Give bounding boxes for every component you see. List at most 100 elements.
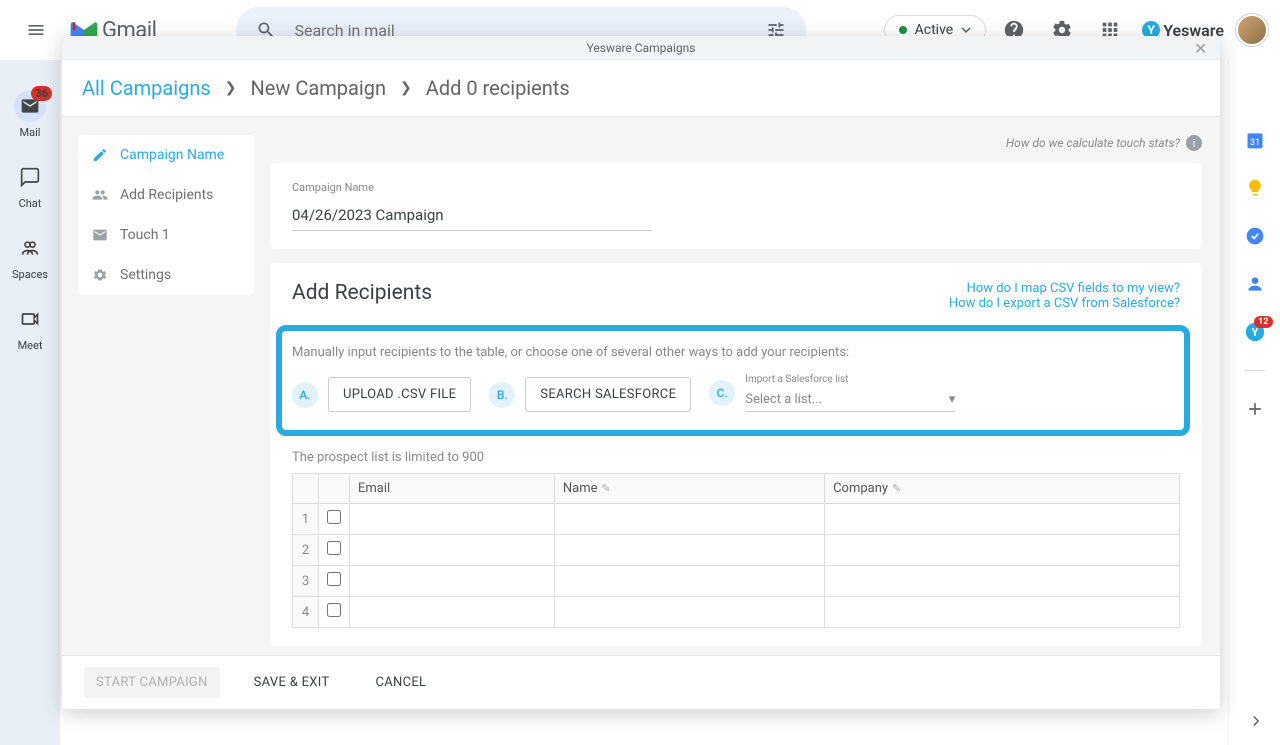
row-checkbox[interactable] bbox=[327, 603, 341, 617]
start-campaign-button[interactable]: START CAMPAIGN bbox=[84, 667, 220, 698]
rail-meet[interactable]: Meet bbox=[14, 303, 46, 352]
sidebar-item-settings[interactable]: Settings bbox=[78, 255, 254, 295]
cell-name[interactable] bbox=[554, 566, 824, 597]
add-recipients-panel: Add Recipients How do I map CSV fields t… bbox=[270, 263, 1202, 646]
calendar-addon-icon[interactable]: 31 bbox=[1245, 130, 1265, 150]
sidebar-item-label: Touch 1 bbox=[120, 227, 170, 243]
import-instruction: Manually input recipients to the table, … bbox=[292, 345, 1174, 360]
modal-main: How do we calculate touch stats? i Campa… bbox=[262, 117, 1220, 655]
option-c: C. Import a Salesforce list Select a lis… bbox=[709, 374, 955, 412]
cell-name[interactable] bbox=[554, 597, 824, 628]
table-row: 3 bbox=[293, 566, 1180, 597]
chevron-down-icon: ▾ bbox=[949, 392, 956, 407]
cell-name[interactable] bbox=[554, 504, 824, 535]
pencil-icon: ✎ bbox=[892, 482, 901, 495]
cell-email[interactable] bbox=[350, 566, 555, 597]
import-list-label: Import a Salesforce list bbox=[745, 374, 955, 385]
people-icon bbox=[92, 187, 108, 203]
yesware-addon-badge: 12 bbox=[1254, 316, 1272, 328]
modal-title-bar: Yesware Campaigns ✕ bbox=[62, 36, 1220, 60]
cell-email[interactable] bbox=[350, 535, 555, 566]
cell-company[interactable] bbox=[825, 566, 1180, 597]
contacts-addon-icon[interactable] bbox=[1245, 274, 1265, 294]
close-icon[interactable]: ✕ bbox=[1194, 39, 1212, 57]
side-panel-divider bbox=[1245, 370, 1265, 371]
status-dot-icon bbox=[899, 26, 907, 34]
yesware-modal: Yesware Campaigns ✕ All Campaigns ❯ New … bbox=[62, 36, 1220, 709]
rail-mail[interactable]: 36 Mail bbox=[14, 90, 46, 139]
search-salesforce-button[interactable]: SEARCH SALESFORCE bbox=[525, 377, 691, 412]
breadcrumb-all-campaigns[interactable]: All Campaigns bbox=[82, 76, 211, 100]
breadcrumb-new-campaign: New Campaign bbox=[250, 76, 386, 100]
cancel-button[interactable]: CANCEL bbox=[363, 667, 438, 698]
row-checkbox[interactable] bbox=[327, 510, 341, 524]
rail-spaces-label: Spaces bbox=[12, 268, 48, 281]
meet-icon bbox=[20, 309, 40, 329]
modal-sidebar: Campaign Name Add Recipients Touch 1 Set… bbox=[62, 117, 262, 655]
svg-text:31: 31 bbox=[1249, 138, 1259, 148]
table-checkbox-header bbox=[319, 474, 350, 504]
add-recipients-heading: Add Recipients bbox=[292, 281, 432, 305]
svg-text:Y: Y bbox=[1251, 326, 1258, 339]
row-num: 1 bbox=[293, 504, 319, 535]
cell-email[interactable] bbox=[350, 597, 555, 628]
expand-side-panel-icon[interactable] bbox=[1244, 709, 1268, 733]
avatar[interactable] bbox=[1236, 14, 1268, 46]
save-exit-button[interactable]: SAVE & EXIT bbox=[242, 667, 342, 698]
csv-export-link[interactable]: How do I export a CSV from Salesforce? bbox=[949, 296, 1180, 311]
row-num: 2 bbox=[293, 535, 319, 566]
sidebar-item-campaign-name[interactable]: Campaign Name bbox=[78, 135, 254, 175]
upload-csv-button[interactable]: UPLOAD .CSV FILE bbox=[328, 377, 471, 412]
modal-footer: START CAMPAIGN SAVE & EXIT CANCEL bbox=[62, 655, 1220, 709]
csv-map-link[interactable]: How do I map CSV fields to my view? bbox=[949, 281, 1180, 296]
prospect-limit-text: The prospect list is limited to 900 bbox=[292, 450, 1180, 465]
cell-company[interactable] bbox=[825, 504, 1180, 535]
menu-icon[interactable] bbox=[12, 6, 60, 54]
table-corner bbox=[293, 474, 319, 504]
rail-chat[interactable]: Chat bbox=[14, 161, 46, 210]
option-b: B. SEARCH SALESFORCE bbox=[489, 377, 691, 412]
row-checkbox[interactable] bbox=[327, 572, 341, 586]
row-num: 4 bbox=[293, 597, 319, 628]
pencil-icon: ✎ bbox=[602, 482, 611, 495]
option-b-badge: B. bbox=[489, 382, 515, 408]
cell-company[interactable] bbox=[825, 597, 1180, 628]
rail-meet-label: Meet bbox=[18, 339, 43, 352]
cell-email[interactable] bbox=[350, 504, 555, 535]
gear-icon bbox=[92, 267, 108, 283]
modal-body: Campaign Name Add Recipients Touch 1 Set… bbox=[62, 117, 1220, 655]
row-checkbox[interactable] bbox=[327, 541, 341, 555]
sidebar-item-touch1[interactable]: Touch 1 bbox=[78, 215, 254, 255]
spaces-icon bbox=[20, 238, 40, 258]
rail-spaces[interactable]: Spaces bbox=[12, 232, 48, 281]
import-list-select[interactable]: Select a list... ▾ bbox=[745, 388, 955, 412]
col-email[interactable]: Email bbox=[350, 474, 555, 504]
touch-stats-label: How do we calculate touch stats? bbox=[1006, 136, 1180, 150]
keep-addon-icon[interactable] bbox=[1245, 178, 1265, 198]
arrow-annotation bbox=[262, 543, 270, 627]
touch-stats-help[interactable]: How do we calculate touch stats? i bbox=[270, 135, 1202, 151]
table-row: 4 bbox=[293, 597, 1180, 628]
yesware-addon-icon[interactable]: Y12 bbox=[1245, 322, 1265, 342]
prospect-table: Email Name✎ Company✎ 1 2 3 4 bbox=[292, 473, 1180, 628]
breadcrumb: All Campaigns ❯ New Campaign ❯ Add 0 rec… bbox=[62, 60, 1220, 117]
cell-name[interactable] bbox=[554, 535, 824, 566]
chevron-down-icon bbox=[961, 25, 971, 35]
option-c-badge: C. bbox=[709, 380, 735, 406]
cell-company[interactable] bbox=[825, 535, 1180, 566]
col-company[interactable]: Company✎ bbox=[825, 474, 1180, 504]
pencil-icon bbox=[92, 147, 108, 163]
tasks-addon-icon[interactable] bbox=[1245, 226, 1265, 246]
campaign-name-input[interactable] bbox=[292, 200, 652, 231]
option-a-badge: A. bbox=[292, 382, 318, 408]
campaign-name-label: Campaign Name bbox=[292, 181, 1180, 194]
import-options-highlight: Manually input recipients to the table, … bbox=[276, 325, 1190, 436]
sidebar-item-add-recipients[interactable]: Add Recipients bbox=[78, 175, 254, 215]
row-num: 3 bbox=[293, 566, 319, 597]
mail-badge: 36 bbox=[31, 86, 52, 101]
col-name[interactable]: Name✎ bbox=[554, 474, 824, 504]
add-addon-icon[interactable] bbox=[1245, 399, 1265, 419]
chat-icon bbox=[20, 167, 40, 187]
modal-title: Yesware Campaigns bbox=[587, 41, 696, 55]
option-a: A. UPLOAD .CSV FILE bbox=[292, 377, 471, 412]
